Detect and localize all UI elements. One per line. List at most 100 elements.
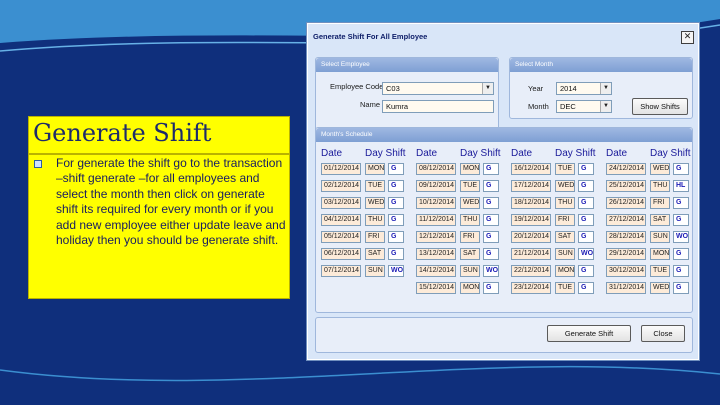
close-button[interactable]: Close xyxy=(641,325,685,342)
schedule-day-cell: MON xyxy=(650,248,670,260)
slide-body-text: For generate the shift go to the transac… xyxy=(56,156,286,248)
schedule-date-cell: 16/12/2014 xyxy=(511,163,551,175)
month-label: Month xyxy=(528,102,549,111)
schedule-shift-cell[interactable]: G xyxy=(673,282,689,294)
employee-name-label: Name xyxy=(360,100,381,109)
schedule-day-cell: WED xyxy=(650,163,670,175)
dialog-title: Generate Shift For All Employee xyxy=(313,32,428,41)
schedule-day-cell: WED xyxy=(650,282,670,294)
schedule-shift-cell[interactable]: G xyxy=(388,197,404,209)
show-shifts-button[interactable]: Show Shifts xyxy=(632,98,688,115)
month-schedule-heading: Month's Schedule xyxy=(321,131,373,138)
schedule-shift-cell[interactable]: G xyxy=(673,265,689,277)
schedule-shift-cell[interactable]: G xyxy=(578,214,594,226)
action-bar xyxy=(315,317,693,353)
schedule-shift-cell[interactable]: WO xyxy=(388,265,404,277)
select-employee-header: Select Employee xyxy=(316,58,498,72)
employee-code-dropdown[interactable]: C03 ▼ xyxy=(382,82,494,95)
schedule-shift-cell[interactable]: G xyxy=(388,248,404,260)
schedule-shift-cell[interactable]: G xyxy=(483,248,499,260)
schedule-shift-cell[interactable]: G xyxy=(578,197,594,209)
top-band xyxy=(0,0,720,13)
schedule-shift-cell[interactable]: G xyxy=(388,163,404,175)
schedule-shift-cell[interactable]: G xyxy=(483,197,499,209)
schedule-date-cell: 06/12/2014 xyxy=(321,248,361,260)
schedule-date-cell: 17/12/2014 xyxy=(511,180,551,192)
month-dropdown[interactable]: DEC ▼ xyxy=(556,100,612,113)
schedule-day-cell: SUN xyxy=(365,265,385,277)
generate-shift-dialog: Generate Shift For All Employee ✕ Select… xyxy=(306,22,700,361)
employee-name-value: Kumra xyxy=(386,102,409,111)
generate-shift-button[interactable]: Generate Shift xyxy=(547,325,631,342)
schedule-shift-cell[interactable]: G xyxy=(388,231,404,243)
schedule-day-cell: FRI xyxy=(460,231,480,243)
schedule-date-cell: 03/12/2014 xyxy=(321,197,361,209)
schedule-day-cell: SUN xyxy=(460,265,480,277)
schedule-shift-cell[interactable]: G xyxy=(578,231,594,243)
schedule-date-cell: 29/12/2014 xyxy=(606,248,646,260)
schedule-day-cell: THU xyxy=(460,214,480,226)
schedule-date-cell: 08/12/2014 xyxy=(416,163,456,175)
schedule-day-cell: SAT xyxy=(650,214,670,226)
schedule-shift-cell[interactable]: G xyxy=(578,163,594,175)
schedule-day-cell: TUE xyxy=(460,180,480,192)
schedule-shift-cell[interactable]: G xyxy=(388,180,404,192)
select-month-heading: Select Month xyxy=(515,61,553,68)
chevron-down-icon[interactable]: ▼ xyxy=(600,83,611,94)
schedule-shift-cell[interactable]: HL xyxy=(673,180,689,192)
schedule-shift-cell[interactable]: G xyxy=(673,163,689,175)
year-value: 2014 xyxy=(560,84,577,93)
schedule-shift-cell[interactable]: G xyxy=(483,163,499,175)
chevron-down-icon[interactable]: ▼ xyxy=(600,101,611,112)
schedule-day-cell: FRI xyxy=(650,197,670,209)
employee-name-field[interactable]: Kumra xyxy=(382,100,494,113)
schedule-shift-cell[interactable]: G xyxy=(673,197,689,209)
schedule-shift-cell[interactable]: G xyxy=(673,214,689,226)
schedule-date-cell: 05/12/2014 xyxy=(321,231,361,243)
select-month-header: Select Month xyxy=(510,58,692,72)
schedule-day-cell: THU xyxy=(365,214,385,226)
schedule-day-cell: MON xyxy=(460,163,480,175)
day-shift-column-header: Day Shift xyxy=(460,148,501,159)
date-column-header: Date xyxy=(416,148,438,159)
schedule-shift-cell[interactable]: G xyxy=(578,265,594,277)
schedule-shift-cell[interactable]: G xyxy=(673,248,689,260)
select-employee-heading: Select Employee xyxy=(321,61,370,68)
schedule-shift-cell[interactable]: G xyxy=(483,180,499,192)
schedule-day-cell: WED xyxy=(365,197,385,209)
chevron-down-icon[interactable]: ▼ xyxy=(482,83,493,94)
schedule-shift-cell[interactable]: WO xyxy=(673,231,689,243)
schedule-day-cell: TUE xyxy=(555,163,575,175)
schedule-shift-cell[interactable]: G xyxy=(578,282,594,294)
schedule-shift-cell[interactable]: G xyxy=(388,214,404,226)
schedule-shift-cell[interactable]: G xyxy=(483,282,499,294)
employee-code-value: C03 xyxy=(386,84,400,93)
schedule-day-cell: WED xyxy=(555,180,575,192)
schedule-date-cell: 15/12/2014 xyxy=(416,282,456,294)
schedule-day-cell: FRI xyxy=(555,214,575,226)
schedule-shift-cell[interactable]: G xyxy=(483,231,499,243)
close-icon[interactable]: ✕ xyxy=(681,31,694,44)
year-dropdown[interactable]: 2014 ▼ xyxy=(556,82,612,95)
month-value: DEC xyxy=(560,102,576,111)
schedule-shift-cell[interactable]: G xyxy=(483,214,499,226)
schedule-date-cell: 22/12/2014 xyxy=(511,265,551,277)
date-column-header: Date xyxy=(606,148,628,159)
schedule-date-cell: 30/12/2014 xyxy=(606,265,646,277)
schedule-day-cell: SAT xyxy=(365,248,385,260)
schedule-shift-cell[interactable]: WO xyxy=(578,248,594,260)
schedule-date-cell: 12/12/2014 xyxy=(416,231,456,243)
schedule-date-cell: 14/12/2014 xyxy=(416,265,456,277)
schedule-date-cell: 28/12/2014 xyxy=(606,231,646,243)
schedule-shift-cell[interactable]: G xyxy=(578,180,594,192)
day-shift-column-header: Day Shift xyxy=(555,148,596,159)
schedule-day-cell: MON xyxy=(555,265,575,277)
schedule-day-cell: THU xyxy=(555,197,575,209)
month-schedule-header: Month's Schedule xyxy=(316,128,692,142)
year-label: Year xyxy=(528,84,544,93)
schedule-date-cell: 23/12/2014 xyxy=(511,282,551,294)
schedule-date-cell: 07/12/2014 xyxy=(321,265,361,277)
select-month-group: Select Month Year 2014 ▼ Month DEC ▼ Sho… xyxy=(509,57,693,119)
schedule-shift-cell[interactable]: WO xyxy=(483,265,499,277)
schedule-date-cell: 11/12/2014 xyxy=(416,214,456,226)
